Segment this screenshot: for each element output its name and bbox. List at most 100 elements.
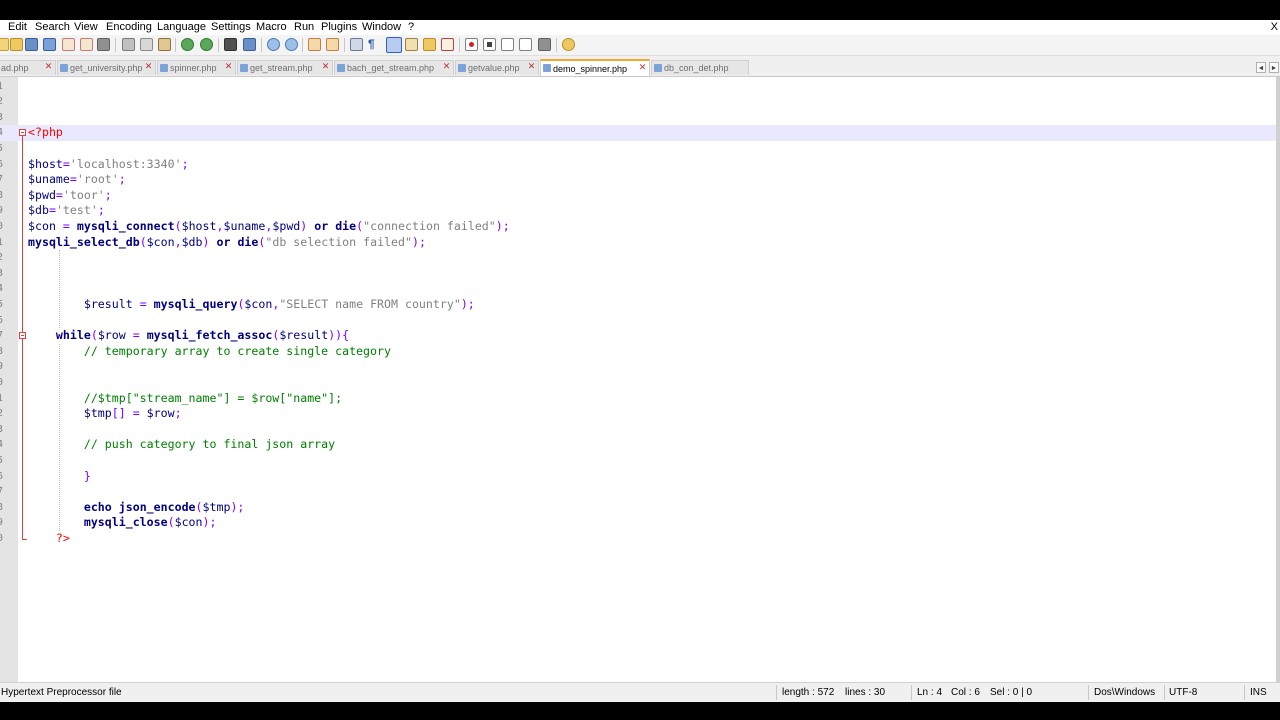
new-file-icon[interactable]	[0, 38, 9, 51]
menu-view[interactable]: View	[74, 21, 98, 33]
tab-db-con-det-php[interactable]: db_con_det.php	[651, 60, 749, 75]
code-line[interactable]: 3	[0, 110, 1276, 126]
sync-v-icon[interactable]	[308, 38, 321, 51]
run-macro-icon[interactable]	[519, 38, 532, 51]
tab-scroll-left-button[interactable]: ◄	[1256, 62, 1266, 73]
zoom-in-icon[interactable]	[267, 38, 280, 51]
code-line[interactable]: 2	[0, 94, 1276, 110]
find-icon[interactable]	[224, 38, 237, 51]
status-lines: lines : 30	[845, 687, 886, 698]
word-wrap-icon[interactable]	[350, 38, 363, 51]
menu-window[interactable]: Window	[362, 21, 401, 33]
save-all-icon[interactable]	[43, 38, 56, 51]
menu-encoding[interactable]: Encoding	[106, 21, 152, 33]
code-token: $db	[28, 203, 49, 218]
tab-getvalue-php[interactable]: getvalue.php ✕	[455, 60, 539, 75]
code-line[interactable]: 4 // push category to final json array	[0, 437, 1276, 453]
tab-spinner-php[interactable]: spinner.php ✕	[157, 60, 236, 75]
redo-icon[interactable]	[200, 38, 213, 51]
code-line[interactable]: 6 }	[0, 469, 1276, 485]
fold-toggle-icon[interactable]	[19, 129, 26, 137]
stop-macro-icon[interactable]	[483, 38, 496, 51]
tab-close-icon[interactable]: ✕	[638, 63, 647, 72]
code-area[interactable]: 1 2 3 4 <?php 5 6 $host='localhost:3340'; 7 $unam…	[0, 77, 1276, 682]
close-window-icon[interactable]: X	[1271, 21, 1278, 33]
tab-close-icon[interactable]: ✕	[321, 62, 330, 71]
tab-bach-get-stream-php[interactable]: bach_get_stream.php ✕	[334, 60, 454, 75]
code-line[interactable]: 7 while($row = mysqli_fetch_assoc($resul…	[0, 328, 1276, 344]
indent-guide-icon[interactable]	[386, 37, 402, 53]
doc-map-icon[interactable]	[441, 38, 454, 51]
print-icon[interactable]	[97, 38, 110, 51]
code-line[interactable]: 2	[0, 250, 1276, 266]
code-line[interactable]: 5	[0, 141, 1276, 157]
tab-demo-spinner-php[interactable]: demo_spinner.php ✕	[540, 59, 650, 76]
paste-icon[interactable]	[158, 38, 171, 51]
tab-get-stream-php[interactable]: get_stream.php ✕	[237, 60, 333, 75]
sync-h-icon[interactable]	[326, 38, 339, 51]
code-line[interactable]: 6 $host='localhost:3340';	[0, 157, 1276, 173]
code-line[interactable]: 8 // temporary array to create single ca…	[0, 344, 1276, 360]
menu-help[interactable]: ?	[408, 21, 414, 33]
code-line[interactable]: 8 $pwd='toor';	[0, 188, 1276, 204]
toolbar-separator	[115, 38, 116, 52]
cut-icon[interactable]	[122, 38, 135, 51]
code-line[interactable]: 9 $db='test';	[0, 203, 1276, 219]
tab-get-university-php[interactable]: get_university.php ✕	[57, 60, 156, 75]
close-all-icon[interactable]	[80, 38, 93, 51]
code-line[interactable]: 3	[0, 422, 1276, 438]
menu-run[interactable]: Run	[294, 21, 314, 33]
code-line[interactable]: 4 <?php	[0, 125, 1276, 141]
code-line[interactable]: 6	[0, 313, 1276, 329]
run-icon[interactable]	[562, 38, 575, 51]
code-line[interactable]: 1	[0, 79, 1276, 95]
menu-macro[interactable]: Macro	[256, 21, 287, 33]
tab-close-icon[interactable]: ✕	[44, 62, 53, 71]
language-icon[interactable]	[405, 38, 418, 51]
menu-edit[interactable]: Edit	[8, 21, 27, 33]
record-macro-icon[interactable]	[465, 38, 478, 51]
replace-icon[interactable]	[243, 38, 256, 51]
code-line[interactable]: 4	[0, 281, 1276, 297]
code-line[interactable]: 0	[0, 375, 1276, 391]
user-lang-icon[interactable]	[423, 38, 436, 51]
show-all-chars-icon[interactable]: ¶	[368, 38, 381, 51]
code-line[interactable]: 2 $tmp[] = $row;	[0, 406, 1276, 422]
tab-close-icon[interactable]: ✕	[527, 62, 536, 71]
close-icon[interactable]	[62, 38, 75, 51]
tab-close-icon[interactable]: ✕	[144, 62, 153, 71]
menu-search[interactable]: Search	[35, 21, 70, 33]
tab-close-icon[interactable]: ✕	[442, 62, 451, 71]
menu-language[interactable]: Language	[157, 21, 206, 33]
zoom-out-icon[interactable]	[285, 38, 298, 51]
code-line[interactable]: 9	[0, 359, 1276, 375]
code-editor[interactable]: 1 2 3 4 <?php 5 6 $host='localhost:3340'; 7 $unam…	[0, 77, 1276, 682]
menu-settings[interactable]: Settings	[211, 21, 251, 33]
fold-toggle-icon[interactable]	[19, 332, 26, 340]
code-line[interactable]: 5 $result = mysqli_query($con,"SELECT na…	[0, 297, 1276, 313]
code-line[interactable]: 1 mysqli_select_db($con,$db) or die("db s…	[0, 235, 1276, 251]
code-token: $row	[97, 328, 126, 343]
save-icon[interactable]	[25, 38, 38, 51]
code-line[interactable]: 9 mysqli_close($con);	[0, 515, 1276, 531]
code-line[interactable]: 5	[0, 453, 1276, 469]
code-line[interactable]: 7	[0, 484, 1276, 500]
tab-close-icon[interactable]: ✕	[224, 62, 233, 71]
code-line[interactable]: 3	[0, 266, 1276, 282]
code-line[interactable]: 8 echo json_encode($tmp);	[0, 500, 1276, 516]
tab-scroll-right-button[interactable]: ►	[1269, 62, 1279, 73]
code-line[interactable]: 0 $con = mysqli_connect($host,$uname,$pwd…	[0, 219, 1276, 235]
menu-plugins[interactable]: Plugins	[321, 21, 357, 33]
vertical-scrollbar[interactable]	[1276, 77, 1280, 682]
save-macro-icon[interactable]	[538, 38, 551, 51]
code-line[interactable]: 7 $uname='root';	[0, 172, 1276, 188]
undo-icon[interactable]	[181, 38, 194, 51]
copy-icon[interactable]	[140, 38, 153, 51]
line-number: 5	[0, 142, 4, 154]
code-line[interactable]: 1 //$tmp["stream_name"] = $row["name"];	[0, 391, 1276, 407]
play-macro-icon[interactable]	[501, 38, 514, 51]
code-line[interactable]: 0 ?>	[0, 531, 1276, 547]
tab-ad-php[interactable]: ad.php ✕	[0, 60, 56, 75]
open-file-icon[interactable]	[10, 38, 23, 51]
